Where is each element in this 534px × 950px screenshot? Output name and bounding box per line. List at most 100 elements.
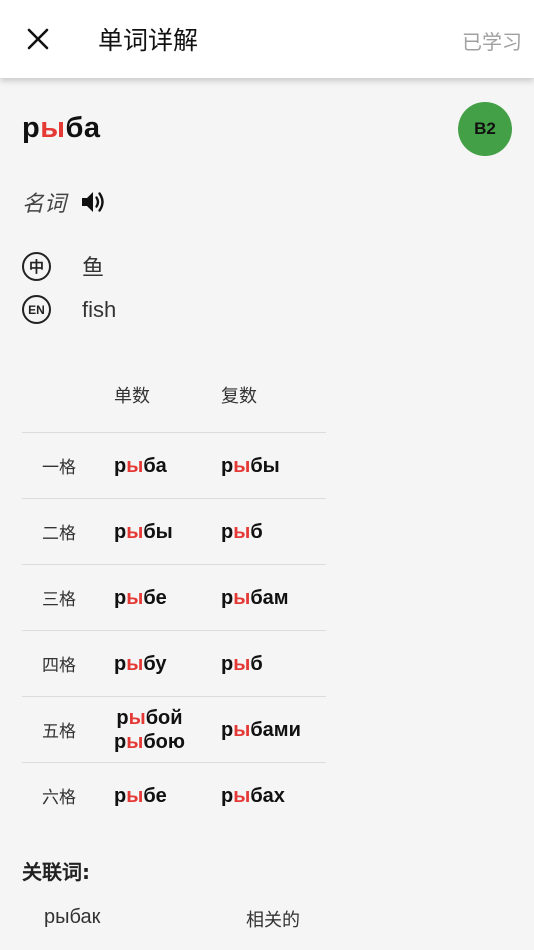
form-stress: ы (233, 718, 251, 741)
case-label: 一格 (42, 458, 76, 478)
translation-text: fish (82, 296, 117, 322)
translation-zh: 中 鱼 (22, 250, 104, 282)
headword-post: ба (65, 112, 101, 144)
form-post: бами (250, 718, 301, 741)
close-icon (27, 28, 49, 50)
word-form: рыбой (116, 706, 182, 730)
form-post: бою (143, 730, 185, 753)
form-pre: р (114, 784, 127, 807)
translation-text: 鱼 (82, 256, 105, 281)
singular-form: рыбой рыбою (114, 697, 185, 762)
word-form: рыб (221, 520, 263, 544)
word-form: рыб (221, 652, 263, 676)
declension-table: 单数 复数 一格 рыба рыбы 二格 рыбы рыб 三格 рыбе рыбам 四格 ры… (22, 370, 326, 828)
form-stress: ы (126, 652, 144, 675)
plural-form: рыбами (221, 697, 301, 762)
plural-header: 复数 (221, 386, 257, 407)
form-post: бах (250, 784, 285, 807)
table-row: 三格 рыбе рыбам (22, 565, 326, 631)
word-form: рыбе (114, 784, 167, 808)
word-form: рыба (114, 454, 167, 478)
translation-en: EN fish (22, 295, 116, 324)
headword-pre: р (22, 112, 41, 144)
page-title: 单词详解 (98, 26, 199, 55)
app-bar: 单词详解 已学习 (0, 0, 534, 78)
word-form: рыбах (221, 784, 285, 808)
plural-form: рыбам (221, 565, 289, 630)
word-form: рыбам (221, 586, 289, 610)
singular-form: рыбе (114, 565, 167, 630)
related-word-meaning: 相关的 (246, 910, 300, 931)
word-form: рыбе (114, 586, 167, 610)
singular-form: рыба (114, 433, 167, 498)
form-post: бы (250, 454, 280, 477)
plural-form: рыбы (221, 433, 280, 498)
form-pre: р (114, 652, 127, 675)
headword: рыба (22, 112, 101, 145)
form-pre: р (114, 586, 127, 609)
form-pre: р (221, 652, 234, 675)
table-row: 六格 рыбе рыбах (22, 763, 326, 828)
form-stress: ы (126, 520, 144, 543)
headword-stress: ы (40, 112, 66, 144)
chinese-lang-icon: 中 (22, 251, 51, 281)
form-stress: ы (233, 454, 251, 477)
form-pre: р (114, 520, 127, 543)
part-of-speech-row: 名词 (22, 186, 108, 218)
form-pre: р (114, 730, 127, 753)
word-form: рыбы (114, 520, 173, 544)
case-label: 五格 (42, 722, 76, 742)
declension-header: 单数 复数 (22, 370, 326, 433)
case-label: 三格 (42, 590, 76, 610)
word-form: рыбою (114, 730, 185, 754)
mark-learned-button[interactable]: 已学习 (462, 26, 522, 55)
table-row: 五格 рыбой рыбою рыбами (22, 697, 326, 763)
related-word: рыбак (44, 906, 101, 928)
form-post: б (250, 520, 263, 543)
singular-form: рыбу (114, 631, 167, 696)
level-badge: B2 (458, 102, 512, 156)
form-pre: р (116, 706, 129, 729)
word-form: рыбами (221, 718, 301, 742)
form-pre: р (221, 784, 234, 807)
form-stress: ы (233, 784, 251, 807)
related-word-item[interactable]: рыбак 相关的 (0, 898, 534, 942)
form-pre: р (221, 718, 234, 741)
plural-form: рыбах (221, 763, 285, 828)
form-stress: ы (126, 784, 144, 807)
form-pre: р (114, 454, 127, 477)
word-form: рыбы (221, 454, 280, 478)
table-row: 一格 рыба рыбы (22, 433, 326, 499)
form-stress: ы (233, 586, 251, 609)
form-stress: ы (126, 730, 144, 753)
form-post: бой (145, 706, 183, 729)
speaker-icon (82, 192, 104, 212)
plural-form: рыб (221, 499, 263, 564)
case-label: 二格 (42, 524, 76, 544)
case-label: 六格 (42, 788, 76, 808)
form-stress: ы (126, 454, 144, 477)
form-post: ба (143, 454, 167, 477)
form-post: бам (250, 586, 289, 609)
form-post: бе (143, 784, 167, 807)
part-of-speech: 名词 (22, 192, 67, 217)
table-row: 四格 рыбу рыб (22, 631, 326, 697)
singular-header: 单数 (114, 386, 150, 407)
word-form: рыбу (114, 652, 167, 676)
plural-form: рыб (221, 631, 263, 696)
form-pre: р (221, 454, 234, 477)
form-stress: ы (233, 520, 251, 543)
declension-rows: 一格 рыба рыбы 二格 рыбы рыб 三格 рыбе рыбам 四格 рыбу рыб 五… (22, 433, 326, 828)
related-words-title: 关联词: (22, 860, 90, 884)
table-row: 二格 рыбы рыб (22, 499, 326, 565)
close-button[interactable] (18, 19, 58, 59)
form-post: бы (143, 520, 173, 543)
singular-form: рыбы (114, 499, 173, 564)
pronounce-button[interactable] (80, 189, 108, 215)
form-post: бу (143, 652, 167, 675)
form-stress: ы (128, 706, 146, 729)
form-pre: р (221, 586, 234, 609)
form-post: бе (143, 586, 167, 609)
english-lang-icon: EN (22, 295, 51, 324)
singular-form: рыбе (114, 763, 167, 828)
